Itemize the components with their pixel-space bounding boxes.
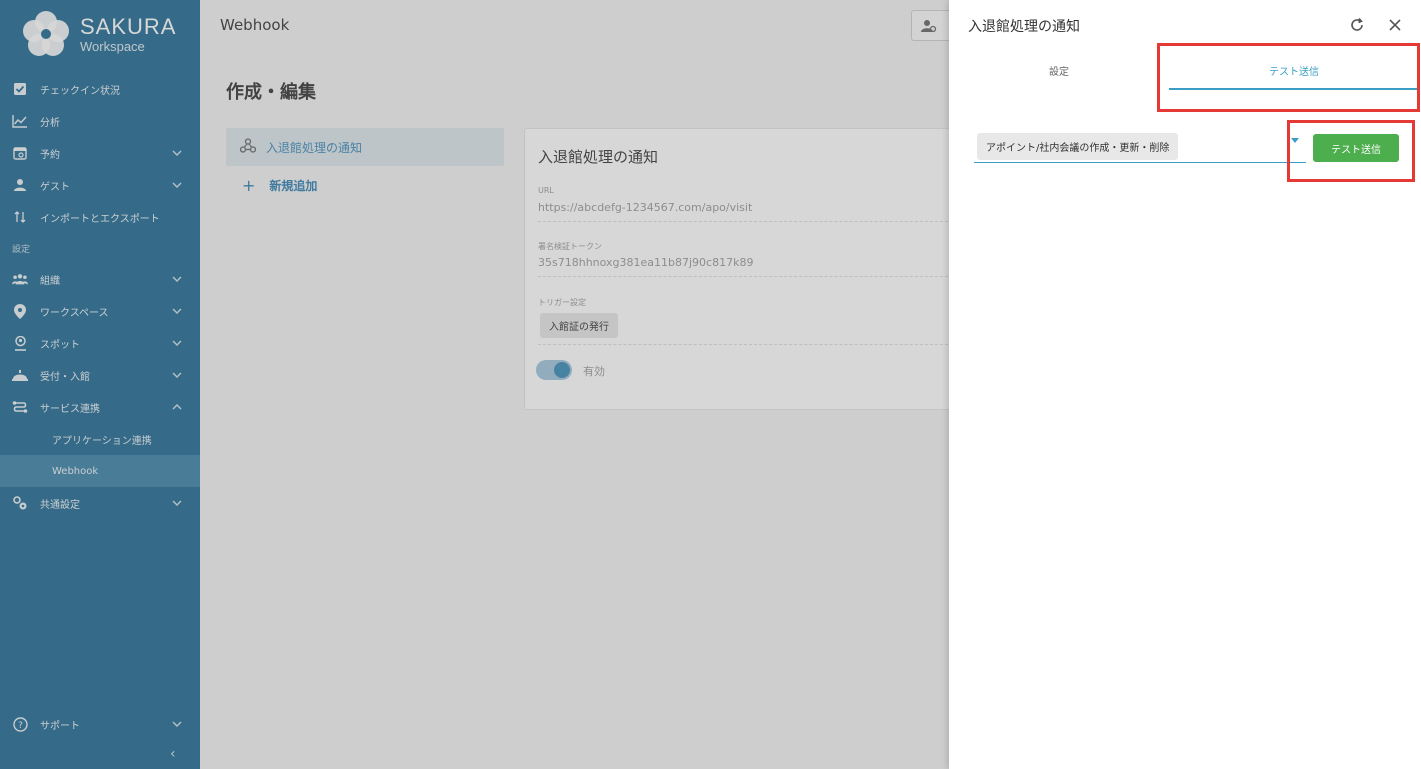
refresh-icon[interactable] bbox=[1347, 15, 1367, 35]
event-select-value: アポイント/社内会議の作成・更新・削除 bbox=[977, 133, 1179, 160]
modal-backdrop[interactable] bbox=[0, 0, 949, 769]
dropdown-caret-icon[interactable] bbox=[1291, 138, 1299, 143]
webhook-drawer: 入退館処理の通知 設定 テスト送信 アポイント/社内会議の作成・更新・削除 テス… bbox=[949, 0, 1421, 769]
drawer-tabs: 設定 テスト送信 bbox=[949, 52, 1421, 90]
tab-settings[interactable]: 設定 bbox=[969, 52, 1149, 88]
drawer-title: 入退館処理の通知 bbox=[968, 19, 1080, 35]
event-select[interactable]: アポイント/社内会議の作成・更新・削除 bbox=[974, 132, 1306, 163]
tab-test-send[interactable]: テスト送信 bbox=[1169, 52, 1419, 90]
close-icon[interactable] bbox=[1385, 15, 1405, 35]
test-send-button[interactable]: テスト送信 bbox=[1313, 134, 1399, 162]
